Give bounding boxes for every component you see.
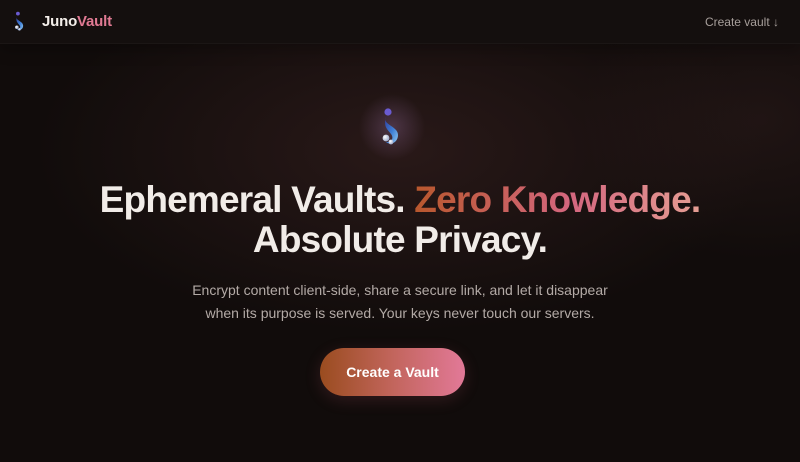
top-navbar: JunoVault Create vault ↓ xyxy=(0,0,800,44)
headline-part-zero-knowledge: Zero Knowledge. xyxy=(414,179,701,220)
brand-name-part2: Vault xyxy=(77,13,112,30)
brand-name-part1: Juno xyxy=(42,13,78,30)
juno-vault-logo-icon xyxy=(11,11,29,33)
brand-name: JunoVault xyxy=(42,11,112,33)
brand-home-link[interactable]: JunoVault xyxy=(11,11,112,33)
headline-part-ephemeral: Ephemeral Vaults. xyxy=(99,179,406,220)
hero-headline: Ephemeral Vaults. Zero Knowledge. Absolu… xyxy=(0,180,800,260)
create-vault-nav-link[interactable]: Create vault ↓ xyxy=(705,14,779,30)
juno-vault-logo-icon xyxy=(376,107,408,149)
hero-logo xyxy=(356,91,428,163)
subtitle-line-2: when its purpose is served. Your keys ne… xyxy=(205,305,595,321)
headline-part-absolute-privacy: Absolute Privacy. xyxy=(252,219,548,260)
hero-subtitle: Encrypt content client-side, share a sec… xyxy=(0,279,800,325)
create-vault-button[interactable]: Create a Vault xyxy=(320,348,465,396)
subtitle-line-1: Encrypt content client-side, share a sec… xyxy=(192,282,608,298)
